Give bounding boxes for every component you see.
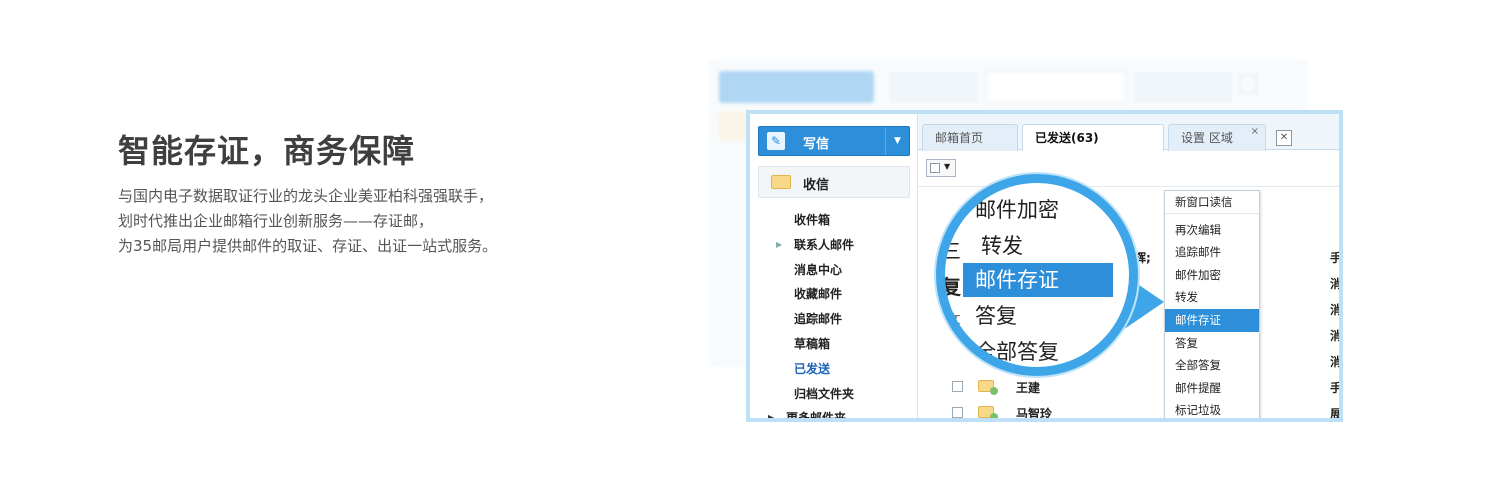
row-subject: 手机餐饮模板 从: [1330, 249, 1343, 266]
folder-contacts[interactable]: ▶ 联系人邮件: [750, 233, 918, 258]
menu-item-open-new-window[interactable]: 新窗口读信: [1165, 191, 1259, 214]
row-checkbox[interactable]: [952, 407, 963, 418]
table-row[interactable]: 王建 手机餐饮模板 从: [918, 374, 1339, 400]
subject-text: 手机餐饮模板: [1330, 251, 1343, 265]
subject-text: 展览会背景板: [1330, 407, 1343, 421]
expand-arrow-icon[interactable]: ▶: [776, 233, 782, 258]
menu-item-encrypt[interactable]: 邮件加密: [1165, 264, 1259, 287]
mail-sidebar: ✎ 写信 ▼ 收信 收件箱 ▶ 联系人邮件 消息中心 收藏邮件 追踪邮件 草稿箱 …: [750, 114, 918, 418]
tab-sent[interactable]: 已发送(63): [1022, 124, 1164, 152]
folder-label: 收藏邮件: [794, 287, 843, 302]
bg-tab-settings: [1136, 73, 1231, 101]
tab-settings[interactable]: 设置 区域 ×: [1168, 124, 1266, 151]
compose-label: 写信: [803, 137, 830, 152]
subject-text: 手机餐饮模板: [1330, 381, 1343, 395]
magnifier-callout: 复: 三 答 邮件加密 转发 邮件存证 答复 全部答复: [936, 174, 1138, 376]
row-subject: 消息中心提示的: [1330, 329, 1343, 343]
bg-close-box: [1239, 75, 1257, 93]
tab-bar: 邮箱首页 已发送(63) 设置 区域 × ✕: [918, 114, 1339, 152]
context-menu: 新窗口读信 再次编辑 追踪邮件 邮件加密 转发 邮件存证 答复 全部答复 邮件提…: [1164, 190, 1260, 418]
menu-item-reply[interactable]: 答复: [1165, 332, 1259, 355]
tab-label: 设置 区域: [1181, 131, 1233, 145]
folder-label: 草稿箱: [794, 336, 831, 351]
bg-compose-bar: [719, 71, 874, 103]
inbox-button[interactable]: 收信: [758, 166, 910, 198]
recipient-name: 王建: [1016, 381, 1041, 395]
magnified-item-encrypt: 邮件加密: [975, 198, 1059, 222]
tab-label: 邮箱首页: [935, 131, 984, 145]
pen-icon: ✎: [767, 132, 785, 150]
intro-title: 智能存证，商务保障: [118, 132, 416, 170]
row-subject: 消息中心提示的: [1330, 303, 1343, 317]
folder-drafts[interactable]: 草稿箱: [750, 332, 918, 357]
menu-item-edit-again[interactable]: 再次编辑: [1165, 219, 1259, 242]
folder-messages[interactable]: 消息中心: [750, 258, 918, 283]
close-all-tabs-icon[interactable]: ✕: [1276, 130, 1292, 146]
envelope-icon: [771, 175, 791, 189]
folder-tracked[interactable]: 追踪邮件: [750, 307, 918, 332]
table-row[interactable]: 马智玲 展览会背景板 从: [918, 400, 1339, 421]
bg-tab-home: [891, 73, 976, 101]
row-subject: 消息中心提示的: [1330, 277, 1343, 291]
folder-list: 收件箱 ▶ 联系人邮件 消息中心 收藏邮件 追踪邮件 草稿箱 已发送 归档文件夹 …: [750, 208, 918, 422]
tab-home[interactable]: 邮箱首页: [922, 124, 1018, 151]
folder-archive[interactable]: 归档文件夹: [750, 382, 918, 407]
inbox-label: 收信: [803, 178, 830, 193]
intro-description: 与国内电子数据取证行业的龙头企业美亚柏科强强联手， 划时代推出企业邮箱行业创新服…: [118, 184, 638, 259]
magnified-item-evidence: 邮件存证: [963, 263, 1113, 297]
folder-starred[interactable]: 收藏邮件: [750, 282, 918, 307]
intro-line: 与国内电子数据取证行业的龙头企业美亚柏科强强联手，: [118, 187, 494, 205]
close-icon[interactable]: ×: [1251, 119, 1259, 145]
intro-line: 为35邮局用户提供邮件的取证、存证、出证一站式服务。: [118, 237, 498, 255]
row-checkbox[interactable]: [952, 381, 963, 392]
menu-item-reminder[interactable]: 邮件提醒: [1165, 377, 1259, 400]
menu-item-mark-spam[interactable]: 标记垃圾: [1165, 399, 1259, 418]
intro-section: 智能存证，商务保障 与国内电子数据取证行业的龙头企业美亚柏科强强联手， 划时代推…: [118, 128, 638, 259]
row-subject: 消息中心提示的: [1330, 355, 1343, 369]
menu-item-track-mail[interactable]: 追踪邮件: [1165, 241, 1259, 264]
recipient-name: 马智玲: [1016, 407, 1053, 421]
folder-label: 追踪邮件: [794, 312, 843, 327]
mail-sent-icon: [978, 380, 998, 395]
intro-line: 划时代推出企业邮箱行业创新服务——存证邮，: [118, 212, 434, 230]
folder-label: 更多邮件夹: [786, 411, 847, 422]
compose-button[interactable]: ✎ 写信 ▼: [758, 126, 910, 156]
menu-item-forward[interactable]: 转发: [1165, 286, 1259, 309]
folder-label: 归档文件夹: [794, 386, 855, 401]
magnified-item-forward: 转发: [981, 234, 1023, 258]
folder-more[interactable]: ▶ 更多邮件夹: [750, 406, 918, 422]
magnified-edge-text: 三: [941, 239, 961, 263]
folder-label: 联系人邮件: [794, 237, 855, 252]
folder-sent[interactable]: 已发送: [750, 357, 918, 382]
row-subject: 手机餐饮模板 从: [1330, 379, 1343, 396]
tab-label: 已发送(63): [1035, 131, 1099, 145]
menu-item-reply-all[interactable]: 全部答复: [1165, 354, 1259, 377]
folder-label: 消息中心: [794, 262, 843, 277]
folder-label: 已发送: [794, 361, 831, 376]
row-subject: 展览会背景板 从: [1330, 405, 1343, 421]
chevron-down-icon: ▼: [944, 162, 951, 171]
list-toolbar: ▼: [918, 151, 1339, 187]
bg-tab-sent: [986, 71, 1126, 103]
menu-item-evidence[interactable]: 邮件存证: [1165, 308, 1259, 332]
magnified-item-reply: 答复: [975, 304, 1017, 328]
select-all-dropdown[interactable]: ▼: [926, 159, 956, 177]
folder-label: 收件箱: [794, 213, 831, 227]
checkbox-icon: [930, 163, 940, 173]
folder-inbox[interactable]: 收件箱: [750, 208, 918, 233]
mail-sent-icon: [978, 406, 998, 418]
magnified-item-reply-all: 全部答复: [975, 340, 1059, 364]
expand-arrow-icon[interactable]: ▶: [768, 406, 774, 418]
chevron-down-icon[interactable]: ▼: [885, 127, 909, 155]
